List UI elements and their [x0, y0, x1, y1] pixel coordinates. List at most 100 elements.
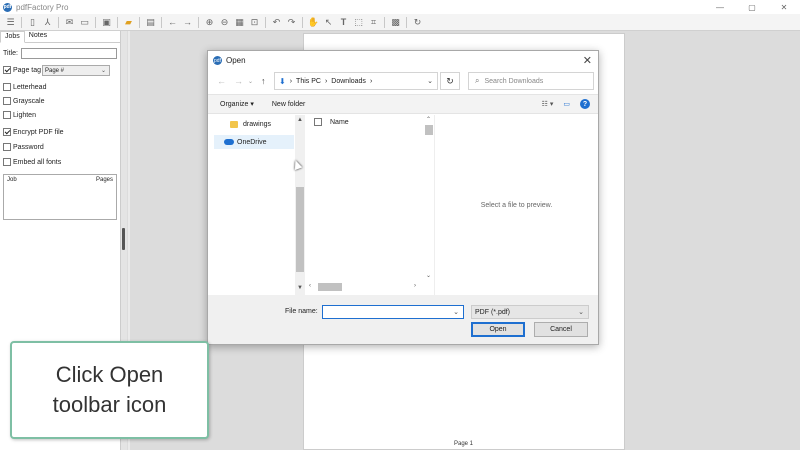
encrypt-option[interactable]: Encrypt PDF file	[3, 128, 64, 136]
dialog-titlebar: pdf Open ✕	[208, 51, 598, 70]
file-type-select[interactable]: PDF (*.pdf) ⌄	[471, 305, 589, 319]
panel-tabs: Jobs Notes	[0, 31, 120, 43]
save-icon[interactable]: ▣	[100, 16, 113, 29]
open-folder-icon[interactable]: ▰	[122, 16, 135, 29]
up-arrow-icon[interactable]: ↑	[261, 76, 266, 86]
title-input[interactable]	[21, 48, 117, 59]
view-options-icon[interactable]: ☷ ▾	[542, 100, 554, 108]
scroll-up-icon[interactable]: ▲	[297, 117, 303, 123]
search-input[interactable]: ⌕ Search Downloads	[468, 72, 594, 90]
grid-view-icon[interactable]: ▦	[233, 16, 246, 29]
open-button[interactable]: Open	[471, 322, 525, 337]
undo-icon[interactable]: ↶	[270, 16, 283, 29]
acrobat-icon[interactable]: ⅄	[41, 16, 54, 29]
back-arrow-icon[interactable]: ←	[217, 76, 226, 86]
instruction-text: Click Open toolbar icon	[52, 362, 167, 417]
file-list-horizontal-scrollbar[interactable]: ‹ ›	[308, 282, 424, 292]
nav-item-onedrive[interactable]: OneDrive	[214, 135, 294, 149]
grayscale-option[interactable]: Grayscale	[3, 97, 45, 105]
organize-button[interactable]: Organize ▾	[220, 100, 254, 108]
address-dropdown-chevron-icon[interactable]: ⌄	[427, 77, 433, 85]
preview-pane-icon[interactable]: ▭	[563, 100, 570, 108]
file-list[interactable]: Name	[308, 115, 434, 295]
text-tool-icon[interactable]: T	[337, 16, 350, 29]
chevron-down-icon[interactable]: ⌄	[453, 308, 459, 316]
file-list-scrollbar[interactable]: ⌃ ⌄	[424, 115, 434, 282]
email-icon[interactable]: ✉	[63, 16, 76, 29]
embed-fonts-option[interactable]: Embed all fonts	[3, 158, 61, 166]
pointer-tool-icon[interactable]: ↖	[322, 16, 335, 29]
search-placeholder: Search Downloads	[484, 77, 544, 85]
letterhead-checkbox[interactable]	[3, 83, 11, 91]
breadcrumb-downloads[interactable]: Downloads	[331, 78, 366, 85]
redo-icon[interactable]: ↷	[285, 16, 298, 29]
preview-message: Select a file to preview.	[480, 201, 553, 209]
print-preview-icon[interactable]: ▯	[26, 16, 39, 29]
nav-item-drawings[interactable]: drawings	[214, 117, 294, 131]
password-option[interactable]: Password	[3, 143, 44, 151]
toolbar-separator	[139, 16, 140, 28]
printer-icon[interactable]: ▤	[144, 16, 157, 29]
tab-notes[interactable]: Notes	[25, 31, 51, 42]
instruction-callout: Click Open toolbar icon	[10, 341, 209, 439]
scrollbar-thumb[interactable]	[425, 125, 433, 135]
cancel-button[interactable]: Cancel	[534, 322, 588, 337]
copy-icon[interactable]: ▭	[78, 16, 91, 29]
column-pages[interactable]: Pages	[96, 177, 113, 183]
embed-fonts-checkbox[interactable]	[3, 158, 11, 166]
splitter-grip-icon[interactable]	[122, 228, 125, 250]
select-all-checkbox[interactable]	[314, 118, 322, 126]
scroll-down-icon[interactable]: ▼	[297, 285, 303, 291]
address-bar[interactable]: ⬇ › This PC › Downloads › ⌄	[274, 72, 438, 90]
help-icon[interactable]: ?	[580, 99, 590, 109]
lighten-label: Lighten	[13, 111, 36, 119]
page-number-label: Page 1	[454, 441, 474, 447]
arrow-right-icon[interactable]: →	[181, 16, 194, 29]
file-type-value: PDF (*.pdf)	[475, 308, 511, 316]
embed-fonts-label: Embed all fonts	[13, 158, 62, 166]
navigation-pane: drawings OneDrive	[208, 115, 306, 295]
password-checkbox[interactable]	[3, 143, 11, 151]
job-table[interactable]: Job Pages	[3, 174, 117, 220]
new-folder-button[interactable]: New folder	[272, 101, 305, 108]
stamp-icon[interactable]: ▩	[389, 16, 402, 29]
menu-icon[interactable]: ☰	[4, 16, 17, 29]
tab-jobs[interactable]: Jobs	[0, 31, 25, 43]
page-tag-checkbox[interactable]	[3, 66, 11, 74]
grayscale-checkbox[interactable]	[3, 97, 11, 105]
close-window-button[interactable]: ✕	[768, 0, 800, 14]
fit-page-icon[interactable]: ⊡	[248, 16, 261, 29]
zoom-in-icon[interactable]: ⊕	[203, 16, 216, 29]
hand-tool-icon[interactable]: ✋	[307, 16, 320, 29]
encrypt-checkbox[interactable]	[3, 128, 11, 136]
column-name[interactable]: Name	[330, 119, 349, 126]
scrollbar-thumb[interactable]	[296, 187, 304, 272]
arrow-left-icon[interactable]: ←	[166, 16, 179, 29]
job-table-header: Job Pages	[4, 175, 116, 185]
recent-locations-chevron-icon[interactable]: ⌄	[248, 78, 253, 85]
scrollbar-thumb[interactable]	[318, 283, 342, 291]
file-name-input[interactable]: ⌄	[322, 305, 464, 319]
minimize-button[interactable]: —	[704, 0, 736, 14]
letterhead-option[interactable]: Letterhead	[3, 83, 46, 91]
lighten-checkbox[interactable]	[3, 111, 11, 119]
refresh-button[interactable]: ↻	[440, 72, 460, 90]
scroll-right-icon[interactable]: ›	[414, 283, 416, 289]
navigation-pane-scrollbar[interactable]: ▲ ▼	[295, 115, 305, 295]
page-tag-select[interactable]: Page # ⌄	[42, 65, 110, 76]
encrypt-label: Encrypt PDF file	[13, 128, 64, 136]
scroll-down-icon[interactable]: ⌄	[426, 272, 431, 279]
page-tag-option[interactable]: Page tag	[3, 66, 41, 74]
scroll-left-icon[interactable]: ‹	[309, 283, 311, 289]
forward-arrow-icon[interactable]: →	[234, 76, 243, 86]
breadcrumb-this-pc[interactable]: This PC	[296, 78, 321, 85]
maximize-button[interactable]: ▢	[736, 0, 768, 14]
select-area-icon[interactable]: ⬚	[352, 16, 365, 29]
dialog-close-button[interactable]: ✕	[583, 54, 592, 67]
scroll-up-icon[interactable]: ⌃	[426, 116, 431, 123]
column-job[interactable]: Job	[7, 177, 17, 183]
crop-icon[interactable]: ⌗	[367, 16, 380, 29]
refresh-icon[interactable]: ↻	[411, 16, 424, 29]
lighten-option[interactable]: Lighten	[3, 111, 36, 119]
zoom-out-icon[interactable]: ⊖	[218, 16, 231, 29]
